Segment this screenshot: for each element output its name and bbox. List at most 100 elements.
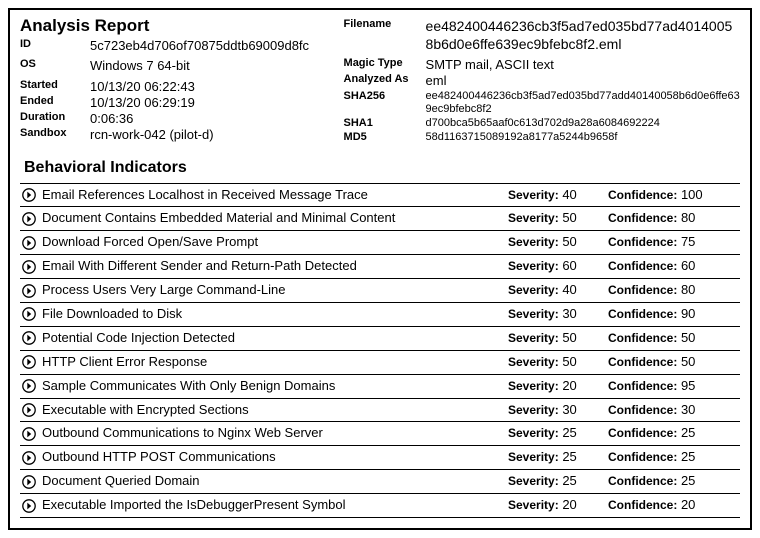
- confidence-label: Confidence:: [608, 379, 677, 393]
- indicator-confidence: Confidence: 80: [608, 282, 738, 299]
- sha256-label: SHA256: [344, 90, 426, 104]
- indicator-row[interactable]: Executable Imported the IsDebuggerPresen…: [20, 494, 740, 518]
- indicator-confidence: Confidence: 25: [608, 473, 738, 490]
- expand-arrow-icon[interactable]: [22, 451, 42, 465]
- severity-value: 20: [559, 378, 577, 393]
- indicator-row[interactable]: Outbound HTTP POST CommunicationsSeverit…: [20, 446, 740, 470]
- ended-label: Ended: [20, 95, 90, 109]
- os-label: OS: [20, 58, 90, 72]
- confidence-label: Confidence:: [608, 211, 677, 225]
- confidence-label: Confidence:: [608, 259, 677, 273]
- expand-arrow-icon[interactable]: [22, 260, 42, 274]
- indicator-row[interactable]: File Downloaded to DiskSeverity: 30Confi…: [20, 303, 740, 327]
- severity-label: Severity:: [508, 331, 559, 345]
- report-header: Analysis Report ID 5c723eb4d706of70875dd…: [20, 16, 740, 149]
- confidence-value: 50: [677, 354, 695, 369]
- indicator-confidence: Confidence: 50: [608, 330, 738, 347]
- severity-value: 40: [559, 282, 577, 297]
- expand-arrow-icon[interactable]: [22, 307, 42, 321]
- indicator-name: Document Queried Domain: [42, 473, 508, 490]
- sandbox-label: Sandbox: [20, 127, 90, 141]
- indicator-row[interactable]: Document Contains Embedded Material and …: [20, 207, 740, 231]
- severity-value: 30: [559, 306, 577, 321]
- indicator-row[interactable]: Process Users Very Large Command-LineSev…: [20, 279, 740, 303]
- confidence-label: Confidence:: [608, 307, 677, 321]
- expand-arrow-icon[interactable]: [22, 284, 42, 298]
- confidence-label: Confidence:: [608, 235, 677, 249]
- expand-arrow-icon[interactable]: [22, 236, 42, 250]
- header-left: Analysis Report ID 5c723eb4d706of70875dd…: [20, 16, 332, 149]
- expand-arrow-icon[interactable]: [22, 403, 42, 417]
- indicator-severity: Severity: 20: [508, 378, 608, 395]
- severity-value: 25: [559, 449, 577, 464]
- duration-label: Duration: [20, 111, 90, 125]
- indicators-title: Behavioral Indicators: [24, 159, 740, 177]
- indicator-severity: Severity: 25: [508, 473, 608, 490]
- severity-label: Severity:: [508, 259, 559, 273]
- indicator-name: Email References Localhost in Received M…: [42, 187, 508, 204]
- severity-value: 50: [559, 210, 577, 225]
- indicator-row[interactable]: Download Forced Open/Save PromptSeverity…: [20, 231, 740, 255]
- expand-arrow-icon[interactable]: [22, 331, 42, 345]
- indicator-row[interactable]: Sample Communicates With Only Benign Dom…: [20, 375, 740, 399]
- indicator-severity: Severity: 40: [508, 187, 608, 204]
- severity-label: Severity:: [508, 355, 559, 369]
- indicator-row[interactable]: Executable with Encrypted SectionsSeveri…: [20, 399, 740, 423]
- indicator-confidence: Confidence: 25: [608, 425, 738, 442]
- indicator-severity: Severity: 50: [508, 354, 608, 371]
- expand-arrow-icon[interactable]: [22, 475, 42, 489]
- severity-label: Severity:: [508, 211, 559, 225]
- os-value: Windows 7 64-bit: [90, 58, 190, 74]
- expand-arrow-icon[interactable]: [22, 379, 42, 393]
- magic-label: Magic Type: [344, 57, 426, 71]
- indicator-severity: Severity: 50: [508, 210, 608, 227]
- severity-label: Severity:: [508, 498, 559, 512]
- confidence-label: Confidence:: [608, 426, 677, 440]
- confidence-value: 80: [677, 210, 695, 225]
- severity-label: Severity:: [508, 379, 559, 393]
- confidence-label: Confidence:: [608, 474, 677, 488]
- started-label: Started: [20, 79, 90, 93]
- expand-arrow-icon[interactable]: [22, 427, 42, 441]
- indicator-row[interactable]: HTTP Client Error ResponseSeverity: 50Co…: [20, 351, 740, 375]
- confidence-value: 25: [677, 473, 695, 488]
- indicator-row[interactable]: Outbound Communications to Nginx Web Ser…: [20, 422, 740, 446]
- confidence-value: 50: [677, 330, 695, 345]
- indicator-name: Email With Different Sender and Return-P…: [42, 258, 508, 275]
- confidence-label: Confidence:: [608, 188, 677, 202]
- report-container: Analysis Report ID 5c723eb4d706of70875dd…: [8, 8, 752, 530]
- sha256-value: ee482400446236cb3f5ad7ed035bd77add401400…: [426, 90, 740, 118]
- severity-value: 50: [559, 354, 577, 369]
- indicator-row[interactable]: Potential Code Injection DetectedSeverit…: [20, 327, 740, 351]
- indicator-severity: Severity: 50: [508, 330, 608, 347]
- indicator-row[interactable]: Document Queried DomainSeverity: 25Confi…: [20, 470, 740, 494]
- expand-arrow-icon[interactable]: [22, 499, 42, 513]
- header-right: Filename ee482400446236cb3f5ad7ed035bd77…: [344, 16, 740, 149]
- confidence-value: 90: [677, 306, 695, 321]
- indicator-confidence: Confidence: 25: [608, 449, 738, 466]
- confidence-value: 75: [677, 234, 695, 249]
- indicator-severity: Severity: 40: [508, 282, 608, 299]
- started-value: 10/13/20 06:22:43: [90, 79, 195, 95]
- confidence-value: 100: [677, 187, 702, 202]
- indicator-name: Document Contains Embedded Material and …: [42, 210, 508, 227]
- sandbox-value: rcn-work-042 (pilot-d): [90, 127, 214, 143]
- severity-label: Severity:: [508, 450, 559, 464]
- expand-arrow-icon[interactable]: [22, 355, 42, 369]
- indicator-confidence: Confidence: 60: [608, 258, 738, 275]
- confidence-value: 20: [677, 497, 695, 512]
- indicator-row[interactable]: Email With Different Sender and Return-P…: [20, 255, 740, 279]
- severity-value: 50: [559, 234, 577, 249]
- severity-label: Severity:: [508, 188, 559, 202]
- magic-value: SMTP mail, ASCII text: [426, 57, 554, 73]
- confidence-value: 60: [677, 258, 695, 273]
- indicator-name: Executable Imported the IsDebuggerPresen…: [42, 497, 508, 514]
- indicator-row[interactable]: Email References Localhost in Received M…: [20, 183, 740, 208]
- severity-value: 20: [559, 497, 577, 512]
- expand-arrow-icon[interactable]: [22, 188, 42, 202]
- indicator-name: File Downloaded to Disk: [42, 306, 508, 323]
- indicator-name: Outbound Communications to Nginx Web Ser…: [42, 425, 508, 442]
- expand-arrow-icon[interactable]: [22, 212, 42, 226]
- indicator-name: HTTP Client Error Response: [42, 354, 508, 371]
- md5-value: 58d1163715089192a8177a5244b9658f: [426, 131, 618, 145]
